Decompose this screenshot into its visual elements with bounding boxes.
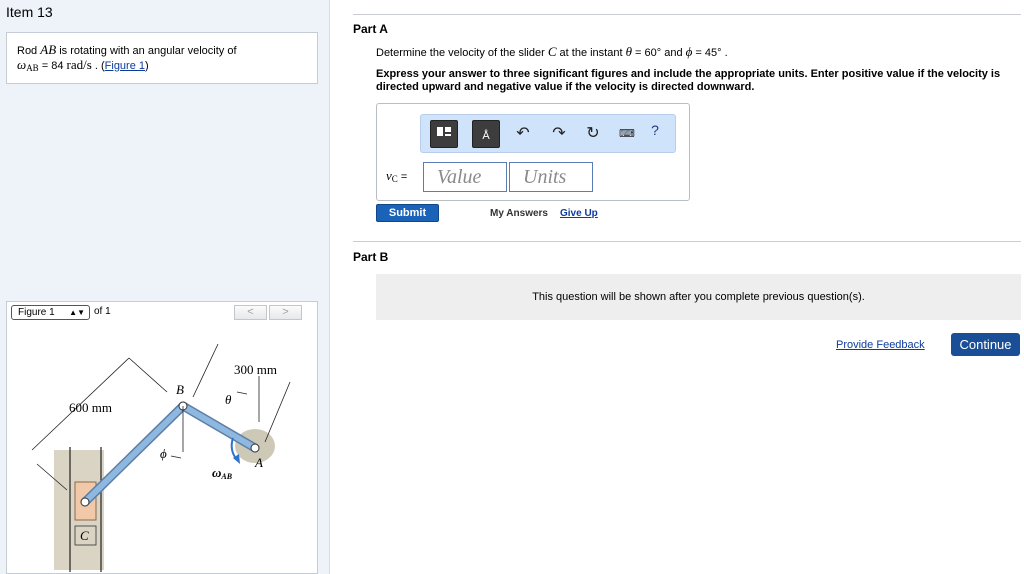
item-title: Item 13: [6, 4, 53, 20]
answer-box: Å ↶ ↷ ↻ ⌨ ? vC =: [376, 103, 690, 201]
figure-panel: 600 mm 300 mm B A C θ ϕ ωAB: [6, 322, 318, 574]
help-button[interactable]: ?: [645, 120, 665, 140]
units-input[interactable]: [509, 162, 593, 192]
redo-icon: ↷: [552, 125, 566, 142]
label-theta: θ: [225, 392, 232, 407]
value-input[interactable]: [423, 162, 507, 192]
label-b: B: [176, 382, 184, 397]
part-a-question: Determine the velocity of the slider C a…: [376, 44, 728, 59]
keyboard-icon: ⌨: [619, 128, 635, 140]
unit: rad/s: [66, 57, 92, 72]
label-a: A: [254, 455, 263, 470]
reset-icon: ↻: [586, 125, 600, 142]
give-up-link[interactable]: Give Up: [560, 208, 598, 219]
figure-nav-bar: Figure 1 ▲▼ of 1 < >: [6, 301, 318, 323]
mechanism-diagram: 600 mm 300 mm B A C θ ϕ ωAB: [31, 343, 291, 572]
my-answers-label: My Answers: [490, 208, 548, 219]
template-icon: [437, 127, 451, 136]
right-panel: Part A Determine the velocity of the sli…: [331, 0, 1024, 574]
pin-c: [80, 497, 90, 507]
problem-statement: Rod AB is rotating with an angular veloc…: [6, 32, 318, 84]
figure-count: of 1: [94, 306, 111, 317]
submit-button[interactable]: Submit: [376, 204, 439, 222]
answer-label: vC =: [386, 168, 408, 184]
label-phi: ϕ: [160, 446, 167, 461]
undo-icon: ↶: [516, 125, 530, 142]
label-600mm: 600 mm: [69, 400, 112, 415]
part-b-title: Part B: [353, 250, 389, 264]
label-300mm: 300 mm: [234, 362, 277, 377]
provide-feedback-link[interactable]: Provide Feedback: [836, 339, 925, 351]
part-a-instructions: Express your answer to three significant…: [376, 68, 1001, 93]
reset-button[interactable]: ↻: [583, 124, 603, 144]
part-b-locked-message: This question will be shown after you co…: [376, 274, 1021, 320]
rod-ab: [180, 403, 258, 451]
continue-button[interactable]: Continue: [951, 333, 1020, 356]
label-omega: ωAB: [212, 465, 233, 481]
divider: [353, 241, 1021, 242]
figure-select[interactable]: Figure 1 ▲▼: [11, 305, 90, 320]
divider: [353, 14, 1021, 15]
units-icon: Å: [482, 130, 490, 142]
next-figure-button[interactable]: >: [269, 305, 302, 320]
templates-button[interactable]: [430, 120, 458, 148]
figure-link[interactable]: Figure 1: [105, 60, 145, 72]
math-toolbar: Å ↶ ↷ ↻ ⌨ ?: [420, 114, 676, 153]
undo-button[interactable]: ↶: [513, 124, 533, 144]
label-c: C: [80, 528, 89, 543]
redo-button[interactable]: ↷: [549, 124, 569, 144]
keyboard-button[interactable]: ⌨: [617, 124, 637, 144]
rod-name: AB: [40, 42, 57, 57]
units-button[interactable]: Å: [472, 120, 500, 148]
part-a-title: Part A: [353, 22, 388, 36]
prev-figure-button[interactable]: <: [234, 305, 267, 320]
pin-a: [250, 443, 260, 453]
select-arrows-icon: ▲▼: [69, 308, 85, 317]
left-panel: Item 13 Rod AB is rotating with an angul…: [0, 0, 330, 574]
